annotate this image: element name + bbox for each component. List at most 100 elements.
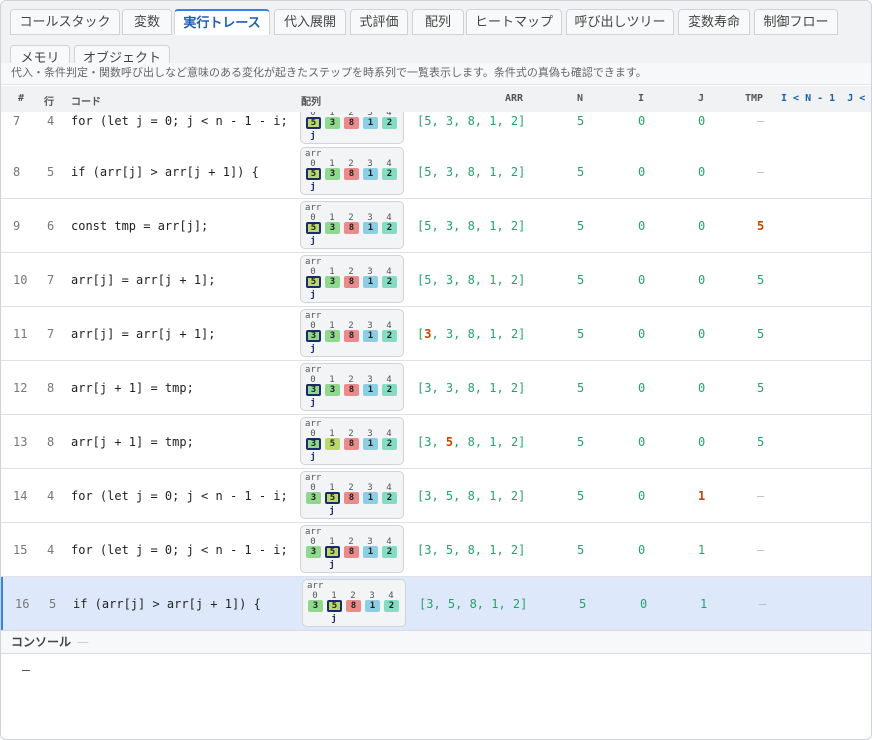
trace-row[interactable]: 14 4 for (let j = 0; j < n - 1 - i; arr 0 1 2 3…: [1, 469, 871, 523]
trace-table-header: # 行 コード 配列 ARR N I J TMP I < N - 1 J <: [1, 86, 871, 113]
step-number: 9: [13, 219, 21, 233]
tab-5[interactable]: 配列: [412, 9, 464, 35]
tab-8[interactable]: 変数寿命: [678, 9, 750, 35]
i-value: 0: [638, 219, 646, 233]
trace-row[interactable]: 16 5 if (arr[j] > arr[j + 1]) {arr 0 1 2 3 4 3 5 8…: [1, 577, 871, 630]
arr-value: [5, 3, 8, 1, 2]: [417, 273, 525, 287]
j-value: 0: [698, 435, 706, 449]
array-cell: 1: [363, 117, 378, 129]
trace-row[interactable]: 11 7 arr[j] = arr[j + 1]; arr 0 1 2 3 4 3 3 8 1 2 j [3,…: [1, 307, 871, 361]
col-i: I: [638, 93, 645, 104]
tmp-value: —: [759, 597, 767, 611]
console-header: コンソール —: [1, 630, 871, 654]
array-cell: 2: [382, 168, 397, 180]
tab-2[interactable]: 実行トレース: [174, 9, 270, 35]
array-cell: 5: [306, 168, 321, 180]
trace-row[interactable]: 12 8 arr[j + 1] = tmp; arr 0 1 2 3 4 3 3 8 1 2 j [3, 3,…: [1, 361, 871, 415]
i-value: 0: [638, 114, 646, 128]
array-label: arr: [305, 365, 322, 375]
array-label: arr: [305, 419, 322, 429]
tab-9[interactable]: 制御フロー: [754, 9, 838, 35]
j-value: 0: [698, 219, 706, 233]
array-cell: 2: [384, 600, 399, 612]
array-cell: 3: [306, 492, 321, 504]
line-number: 4: [47, 543, 55, 557]
array-cell: 3: [325, 276, 340, 288]
n-value: 5: [577, 543, 585, 557]
col-condition: I < N - 1 J <: [781, 93, 866, 104]
trace-row[interactable]: 10 7 arr[j] = arr[j + 1]; arr 0 1 2 3 4 5 3 8 1 2 j [5,…: [1, 253, 871, 307]
trace-row[interactable]: 74for (let j = 0; j < n - 1 - i;arr01234…: [1, 112, 871, 148]
trace-rows[interactable]: 74for (let j = 0; j < n - 1 - i;arr01234…: [1, 112, 871, 630]
tab-6[interactable]: ヒートマップ: [466, 9, 562, 35]
array-cell: 5: [327, 600, 342, 612]
trace-row[interactable]: 13 8 arr[j + 1] = tmp; arr 0 1 2 3 4 3 5 8 1 2 j [3, 5,…: [1, 415, 871, 469]
code-text: const tmp = arr[j];: [71, 219, 209, 233]
pointer-label: j: [310, 236, 316, 246]
n-value: 5: [577, 219, 585, 233]
step-number: 15: [13, 543, 28, 557]
array-cell: 2: [382, 438, 397, 450]
arr-value: [3, 5, 8, 1, 2]: [417, 543, 525, 557]
array-cell: 5: [325, 546, 340, 558]
arr-value-text: [5, 3, 8, 1, 2]: [417, 219, 526, 233]
tab-3[interactable]: 代入展開: [274, 9, 346, 35]
array-cell: 8: [344, 276, 359, 288]
array-cell: 1: [363, 330, 378, 342]
pointer-label: j: [310, 398, 316, 408]
line-number: 6: [47, 219, 55, 233]
array-cell: 3: [306, 384, 321, 396]
pointer-label: j: [310, 182, 316, 192]
array-viz: arr0123453812j: [300, 255, 404, 303]
i-value: 0: [638, 543, 646, 557]
tmp-value: —: [757, 489, 765, 503]
code-text: if (arr[j] > arr[j + 1]) {: [73, 597, 261, 611]
tab-0[interactable]: コールスタック: [10, 9, 120, 35]
array-cell: 1: [363, 168, 378, 180]
array-cell: 3: [325, 117, 340, 129]
array-cell: 8: [344, 168, 359, 180]
i-value: 0: [638, 435, 646, 449]
col-step: #: [18, 93, 25, 104]
tab-1[interactable]: 変数: [122, 9, 172, 35]
array-cell: 1: [363, 546, 378, 558]
pointer-label: j: [310, 131, 316, 141]
trace-row[interactable]: 15 4 for (let j = 0; j < n - 1 - i; arr 0 1 2 3…: [1, 523, 871, 577]
trace-row[interactable]: 9 6 const tmp = arr[j]; arr 0 1 2 3 4 5 3 8 1 2 j [5, 3…: [1, 199, 871, 253]
tab-7[interactable]: 呼び出しツリー: [566, 9, 674, 35]
tab-bar: コールスタック 変数 実行トレース 代入展開 式評価 配列 ヒートマップ 呼び出しツリー 変数寿…: [1, 1, 871, 71]
arr-value-text: [5, 3, 8, 1, 2]: [417, 114, 526, 128]
array-cell: 2: [382, 222, 397, 234]
array-cell: 3: [325, 168, 340, 180]
arr-value-text: , 3, 8, 1, 2]: [431, 327, 526, 341]
code-text: arr[j + 1] = tmp;: [71, 435, 194, 449]
code-text: for (let j = 0; j < n - 1 - i;: [71, 543, 288, 557]
array-cell: 1: [363, 384, 378, 396]
n-value: 5: [577, 165, 585, 179]
arr-value: [3, 5, 8, 1, 2]: [417, 489, 525, 503]
arr-value-text: [5, 3, 8, 1, 2]: [417, 273, 526, 287]
pointer-label: j: [310, 290, 316, 300]
array-cell: 1: [363, 276, 378, 288]
arr-value: [3, 3, 8, 1, 2]: [417, 381, 525, 395]
arr-value-text: [3,: [417, 435, 446, 449]
array-viz: arr 0 1 2 3 4 3 3 8 1 2 j: [300, 309, 404, 357]
tmp-value: —: [757, 165, 765, 179]
code-text: arr[j] = arr[j + 1];: [71, 273, 216, 287]
line-number: 5: [49, 597, 57, 611]
i-value: 0: [640, 597, 648, 611]
tmp-value: 5: [757, 435, 765, 449]
array-label: arr: [305, 203, 322, 213]
tab-4[interactable]: 式評価: [350, 9, 408, 35]
i-value: 0: [638, 327, 646, 341]
arr-value-text: [3, 5, 8, 1, 2]: [417, 543, 526, 557]
array-viz: arr0123453812j: [300, 112, 404, 144]
j-value: 0: [698, 327, 706, 341]
array-viz: arr 0 1 2 3 4 3 3 8 1 2 j: [300, 363, 404, 411]
array-viz: arr 0 1 2 3 4 3 5 8 1 2 j: [300, 525, 404, 573]
array-label: arr: [305, 257, 322, 267]
trace-description: 代入・条件判定・関数呼び出しなど意味のある変化が起きたステップを時系列で一覧表示…: [1, 63, 871, 85]
tmp-value: 5: [757, 219, 765, 233]
pointer-label: j: [329, 506, 335, 516]
trace-row[interactable]: 8 5 if (arr[j] > arr[j + 1]) {arr 0 1 2 3 4 5 3 8 1…: [1, 145, 871, 199]
